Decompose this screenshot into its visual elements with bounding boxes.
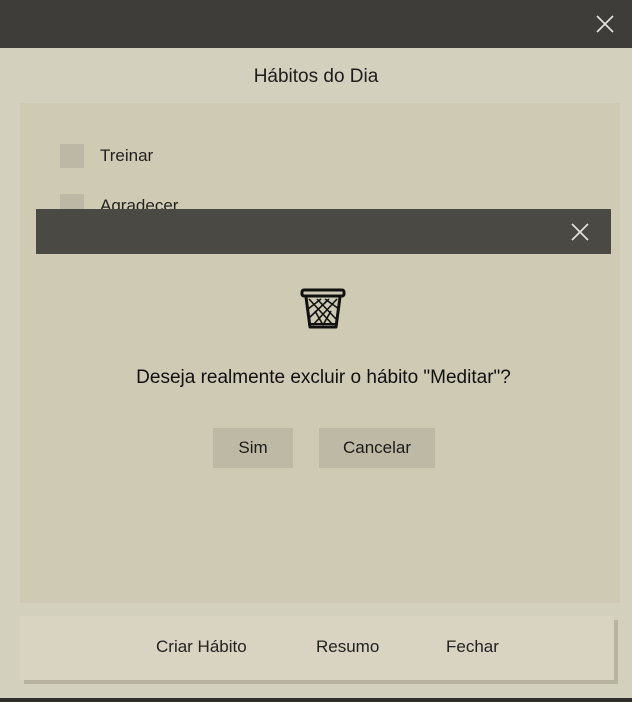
create-habit-button[interactable]: Criar Hábito (156, 637, 247, 657)
footer-toolbar: Criar Hábito Resumo Fechar (20, 616, 614, 680)
close-icon (571, 223, 589, 241)
dialog-close-button[interactable] (567, 219, 593, 245)
window-titlebar (0, 0, 632, 48)
dialog-titlebar (36, 209, 611, 254)
habit-checkbox[interactable] (60, 144, 84, 168)
summary-button[interactable]: Resumo (316, 637, 379, 657)
habit-item[interactable]: Treinar (60, 143, 153, 169)
yes-button-label: Sim (238, 438, 268, 457)
trash-icon (300, 288, 346, 329)
close-icon (596, 15, 614, 33)
window-bottom-edge (0, 698, 632, 702)
cancel-button-label: Cancelar (342, 438, 412, 457)
dialog-message: Deseja realmente excluir o hábito "Medit… (136, 367, 511, 388)
window-close-button[interactable] (590, 10, 620, 38)
cancel-button[interactable]: Cancelar (319, 428, 435, 468)
close-button[interactable]: Fechar (446, 637, 499, 657)
delete-confirm-dialog: Deseja realmente excluir o hábito "Medit… (36, 209, 611, 503)
habit-label: Treinar (100, 146, 154, 165)
yes-button[interactable]: Sim (213, 428, 293, 468)
page-title: Hábitos do Dia (253, 66, 379, 87)
